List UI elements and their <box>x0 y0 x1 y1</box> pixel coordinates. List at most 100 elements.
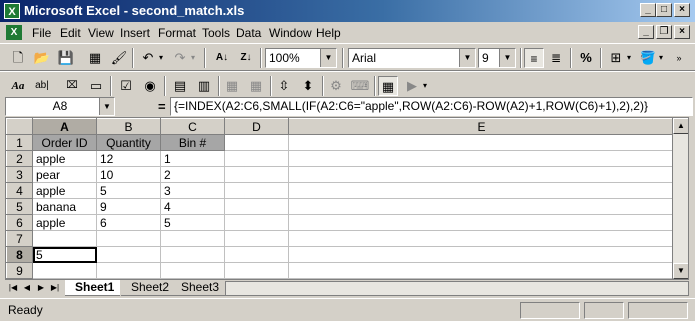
scroll-bar-icon[interactable]: ⇳ <box>274 76 294 96</box>
cell[interactable] <box>32 262 97 279</box>
format-painter-icon[interactable]: 🖌 <box>109 48 129 68</box>
undo-icon[interactable]: ↶ <box>138 48 158 68</box>
first-sheet-icon[interactable]: |◀ <box>7 281 19 295</box>
percent-style-button[interactable]: % <box>576 48 596 68</box>
next-sheet-icon[interactable]: ▶ <box>35 281 47 295</box>
column-header-c[interactable]: C <box>160 118 225 135</box>
cell[interactable] <box>288 230 675 247</box>
row-header[interactable]: 1 <box>6 134 33 151</box>
fill-color-icon[interactable]: 🪣 <box>638 48 658 68</box>
undo-dropdown-icon[interactable]: ▾ <box>156 48 166 68</box>
edit-box-icon[interactable]: ab| <box>32 76 52 96</box>
cell[interactable] <box>288 198 675 215</box>
cell[interactable]: Order ID <box>32 134 97 151</box>
cell[interactable]: apple <box>32 182 97 199</box>
cell[interactable] <box>224 134 289 151</box>
combo-dropdown-edit-icon[interactable]: ▦ <box>246 76 266 96</box>
cell[interactable]: Quantity <box>96 134 161 151</box>
toggle-grid-icon[interactable]: ▦ <box>378 76 398 96</box>
cell[interactable]: 5 <box>160 214 225 231</box>
column-header-e[interactable]: E <box>288 118 675 135</box>
row-header[interactable]: 4 <box>6 182 33 199</box>
cell[interactable] <box>224 166 289 183</box>
column-header-d[interactable]: D <box>224 118 289 135</box>
chevron-down-icon[interactable]: ▼ <box>499 49 515 67</box>
sort-descending-icon[interactable]: Z↓ <box>236 48 256 68</box>
cell[interactable] <box>96 246 161 263</box>
open-folder-icon[interactable]: 📂 <box>32 48 52 68</box>
fill-color-dropdown-icon[interactable]: ▾ <box>656 48 666 68</box>
borders-dropdown-icon[interactable]: ▾ <box>624 48 634 68</box>
redo-dropdown-icon[interactable]: ▾ <box>188 48 198 68</box>
name-box[interactable]: A8 ▼ <box>5 97 115 116</box>
cell[interactable] <box>224 262 289 279</box>
cell[interactable]: apple <box>32 214 97 231</box>
list-box-icon[interactable]: ▤ <box>170 76 190 96</box>
cell[interactable] <box>224 150 289 167</box>
forms-dropdown-icon[interactable]: ▾ <box>420 76 430 96</box>
cell[interactable]: 9 <box>96 198 161 215</box>
new-document-icon[interactable]: 🗋 <box>8 48 28 68</box>
menu-data[interactable]: Data <box>236 26 261 40</box>
toolbar-options-icon[interactable]: » <box>672 48 686 68</box>
cell[interactable] <box>288 182 675 199</box>
cell[interactable]: 2 <box>160 166 225 183</box>
row-header[interactable]: 5 <box>6 198 33 215</box>
label-control-icon[interactable]: Aa <box>8 76 28 96</box>
column-header-a[interactable]: A <box>32 118 97 135</box>
borders-icon[interactable]: ⊞ <box>606 48 626 68</box>
cell[interactable]: 10 <box>96 166 161 183</box>
cell[interactable]: 3 <box>160 182 225 199</box>
excel-app-icon[interactable]: X <box>4 3 20 19</box>
cell[interactable] <box>224 230 289 247</box>
cell[interactable] <box>160 246 225 263</box>
workbook-icon[interactable]: X <box>6 25 22 40</box>
row-header[interactable]: 8 <box>6 246 33 263</box>
menu-window[interactable]: Window <box>269 26 312 40</box>
cell[interactable]: 5 <box>96 182 161 199</box>
doc-restore-button[interactable]: ❐ <box>656 25 672 39</box>
cell[interactable]: banana <box>32 198 97 215</box>
save-icon[interactable]: 💾 <box>56 48 76 68</box>
menu-file[interactable]: File <box>32 26 51 40</box>
cell[interactable]: apple <box>32 150 97 167</box>
menu-format[interactable]: Format <box>158 26 196 40</box>
cell[interactable] <box>224 182 289 199</box>
font-size-select[interactable]: 9 ▼ <box>478 48 516 68</box>
doc-close-button[interactable]: × <box>674 25 690 39</box>
spinner-icon[interactable]: ⬍ <box>298 76 318 96</box>
align-center-icon[interactable]: ≣ <box>546 48 566 68</box>
cell[interactable] <box>288 262 675 279</box>
menu-help[interactable]: Help <box>316 26 341 40</box>
cell[interactable]: 6 <box>96 214 161 231</box>
row-header[interactable]: 9 <box>6 262 33 279</box>
menu-edit[interactable]: Edit <box>60 26 81 40</box>
column-header-b[interactable]: B <box>96 118 161 135</box>
tab-sheet2[interactable]: Sheet2 <box>121 280 176 296</box>
maximize-button[interactable]: □ <box>656 3 672 17</box>
formula-input[interactable]: {=INDEX(A2:C6,SMALL(IF(A2:C6="apple",ROW… <box>170 97 693 116</box>
cell[interactable] <box>224 246 289 263</box>
cell[interactable] <box>288 166 675 183</box>
minimize-button[interactable]: _ <box>640 3 656 17</box>
checkbox-icon[interactable]: ☑ <box>116 76 136 96</box>
align-left-icon[interactable]: ≡ <box>524 48 544 68</box>
cell[interactable] <box>96 230 161 247</box>
cell[interactable]: 12 <box>96 150 161 167</box>
cell[interactable]: 4 <box>160 198 225 215</box>
vertical-scrollbar[interactable]: ▲ ▼ <box>672 118 688 279</box>
chevron-down-icon[interactable]: ▼ <box>459 49 475 67</box>
cell[interactable] <box>32 230 97 247</box>
cell[interactable] <box>224 214 289 231</box>
active-cell[interactable]: 5 <box>32 246 97 263</box>
combo-box-icon[interactable]: ▥ <box>194 76 214 96</box>
cell[interactable] <box>160 262 225 279</box>
redo-icon[interactable]: ↷ <box>170 48 190 68</box>
cell[interactable] <box>288 134 675 151</box>
group-box-icon[interactable]: ⌧ <box>62 76 82 96</box>
edit-code-icon[interactable]: ⌨ <box>350 76 370 96</box>
scroll-down-icon[interactable]: ▼ <box>673 263 688 279</box>
cell[interactable] <box>96 262 161 279</box>
last-sheet-icon[interactable]: ▶| <box>49 281 61 295</box>
control-properties-icon[interactable]: ⚙ <box>326 76 346 96</box>
